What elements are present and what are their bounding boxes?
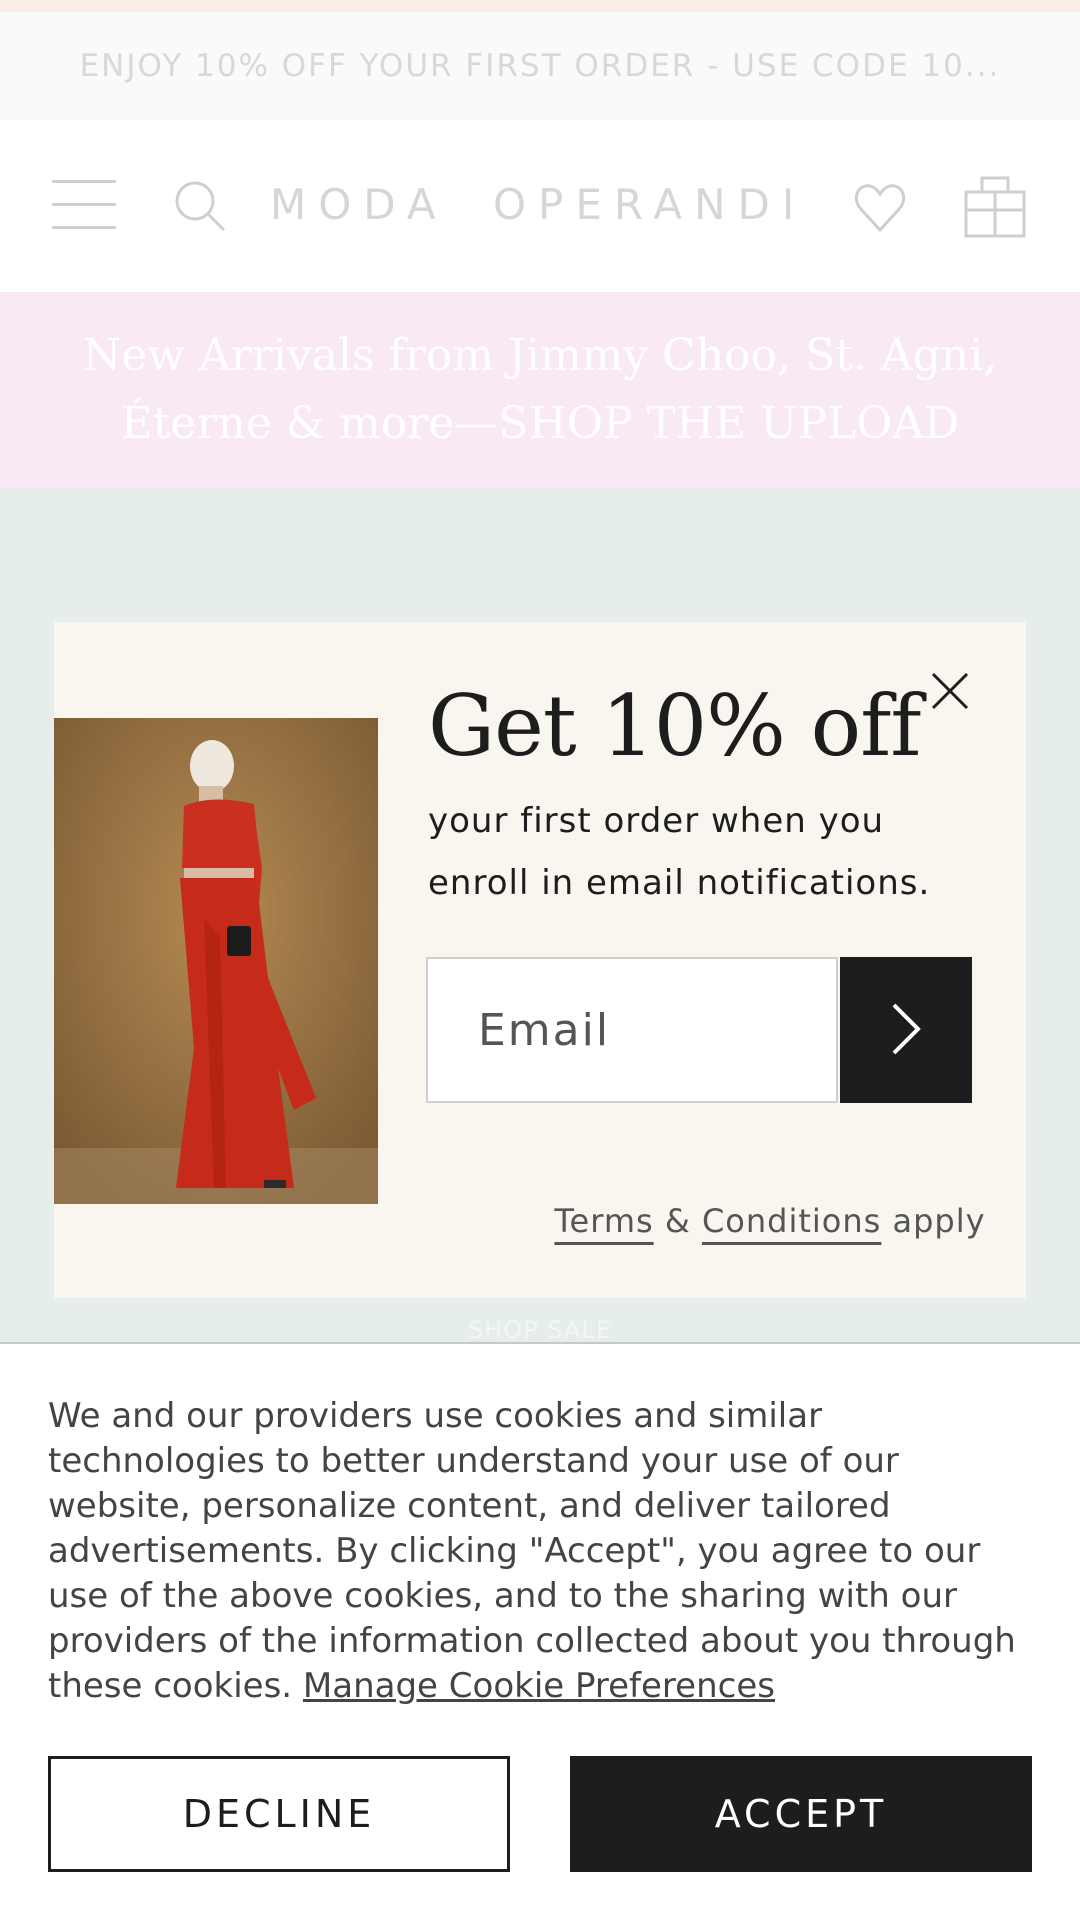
cookie-consent-banner: We and our providers use cookies and sim… (0, 1342, 1080, 1920)
banner-line-1: New Arrivals from Jimmy Choo, St. Agni, (82, 330, 998, 381)
promo-text: ENJOY 10% OFF YOUR FIRST ORDER - USE COD… (79, 48, 1001, 84)
modal-subtext: your first order when you enroll in emai… (428, 801, 931, 903)
promo-bar[interactable]: ENJOY 10% OFF YOUR FIRST ORDER - USE COD… (0, 12, 1080, 120)
top-accent-strip (0, 0, 1080, 12)
accept-button[interactable]: ACCEPT (570, 1756, 1032, 1872)
heart-icon[interactable] (852, 180, 908, 236)
modal-headline: Get 10% off (428, 677, 921, 775)
chevron-right-icon (892, 1003, 921, 1054)
terms-conditions-note: Terms & Conditions apply (54, 1202, 1026, 1240)
decline-button[interactable]: DECLINE (48, 1756, 510, 1872)
manage-cookie-preferences-link[interactable]: Manage Cookie Preferences (303, 1666, 775, 1706)
terms-link[interactable]: Terms (554, 1202, 653, 1240)
email-input[interactable] (426, 957, 838, 1103)
terms-ampersand: & (664, 1202, 691, 1240)
cookie-text-block: We and our providers use cookies and sim… (48, 1394, 1048, 1709)
banner-line-2: Éterne & more—SHOP THE UPLOAD (120, 398, 960, 449)
email-signup-modal: Get 10% off your first order when you en… (54, 622, 1026, 1298)
email-submit-button[interactable] (840, 957, 972, 1103)
site-header: MODA OPERANDI (0, 120, 1080, 292)
cookie-description: We and our providers use cookies and sim… (48, 1396, 1016, 1706)
search-icon[interactable] (172, 178, 228, 234)
site-logo[interactable]: MODA OPERANDI (270, 180, 800, 229)
shopping-bag-icon[interactable] (962, 172, 1028, 238)
terms-suffix: apply (892, 1202, 986, 1240)
model-photo (54, 718, 378, 1204)
new-arrivals-banner[interactable]: New Arrivals from Jimmy Choo, St. Agni, … (0, 292, 1080, 488)
shop-sale-link[interactable]: SHOP SALE (0, 1316, 1080, 1344)
close-icon[interactable] (931, 672, 969, 710)
conditions-link[interactable]: Conditions (702, 1202, 881, 1240)
hamburger-menu-icon[interactable] (52, 180, 116, 230)
